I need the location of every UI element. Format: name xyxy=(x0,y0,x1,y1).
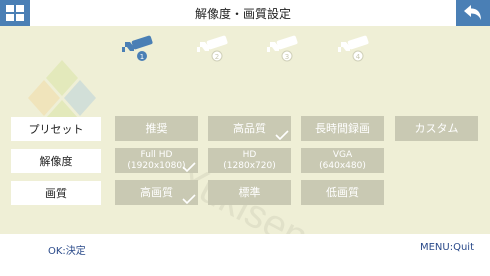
page-title: 解像度・画質設定 xyxy=(194,6,291,21)
option-label: HD xyxy=(242,149,257,160)
option-label: VGA xyxy=(332,149,353,160)
footer-bar: OK:決定 MENU:Quit xyxy=(0,234,490,276)
security-camera-icon: 3 xyxy=(267,35,298,62)
option-sublabel: (640x480) xyxy=(319,160,366,171)
preset-long-recording-button[interactable]: 長時間録画 xyxy=(301,116,384,141)
option-sublabel: (1920x1080) xyxy=(127,160,186,171)
option-label: カスタム xyxy=(414,122,459,135)
option-label: 長時間録画 xyxy=(315,122,370,135)
security-camera-icon: 2 xyxy=(197,35,228,62)
preset-custom-button[interactable]: カスタム xyxy=(395,116,478,141)
checkmark-icon xyxy=(182,194,196,204)
menu-quit-hint[interactable]: MENU:Quit xyxy=(420,242,474,253)
header-bar: 解像度・画質設定 xyxy=(0,0,490,26)
quality-high-button[interactable]: 高画質 xyxy=(115,180,198,205)
option-label: 高品質 xyxy=(233,122,266,135)
preset-high-quality-button[interactable]: 高品質 xyxy=(208,116,291,141)
security-camera-icon: 4 xyxy=(338,35,369,62)
checkmark-icon xyxy=(275,130,289,140)
camera-2-button[interactable]: 2 xyxy=(195,34,233,64)
menu-button[interactable] xyxy=(0,0,30,26)
grid-icon xyxy=(6,5,24,21)
preset-recommended-button[interactable]: 推奨 xyxy=(115,116,198,141)
camera-number: 4 xyxy=(356,53,361,61)
resolution-hd-button[interactable]: HD (1280x720) xyxy=(208,148,291,173)
quality-standard-button[interactable]: 標準 xyxy=(208,180,291,205)
camera-4-button[interactable]: 4 xyxy=(336,34,374,64)
option-sublabel: (1280x720) xyxy=(223,160,276,171)
camera-1-button[interactable]: 1 xyxy=(120,34,158,64)
quality-low-button[interactable]: 低画質 xyxy=(301,180,384,205)
option-label: 高画質 xyxy=(140,186,173,199)
option-label: 標準 xyxy=(238,186,261,199)
option-label: 低画質 xyxy=(326,186,359,199)
quality-label: 画質 xyxy=(11,181,101,205)
camera-3-button[interactable]: 3 xyxy=(265,34,303,64)
camera-number: 3 xyxy=(285,53,289,61)
checkmark-icon xyxy=(182,162,196,172)
resolution-fullhd-button[interactable]: Full HD (1920x1080) xyxy=(115,148,198,173)
camera-number: 1 xyxy=(140,53,144,61)
back-button[interactable] xyxy=(456,0,490,26)
option-label: Full HD xyxy=(140,149,173,160)
resolution-label: 解像度 xyxy=(11,149,101,173)
preset-label: プリセット xyxy=(11,117,101,141)
camera-number: 2 xyxy=(215,53,219,61)
security-camera-icon: 1 xyxy=(122,35,153,61)
resolution-vga-button[interactable]: VGA (640x480) xyxy=(301,148,384,173)
ok-hint[interactable]: OK:決定 xyxy=(48,242,86,257)
option-label: 推奨 xyxy=(145,122,168,135)
return-arrow-icon xyxy=(464,5,481,20)
